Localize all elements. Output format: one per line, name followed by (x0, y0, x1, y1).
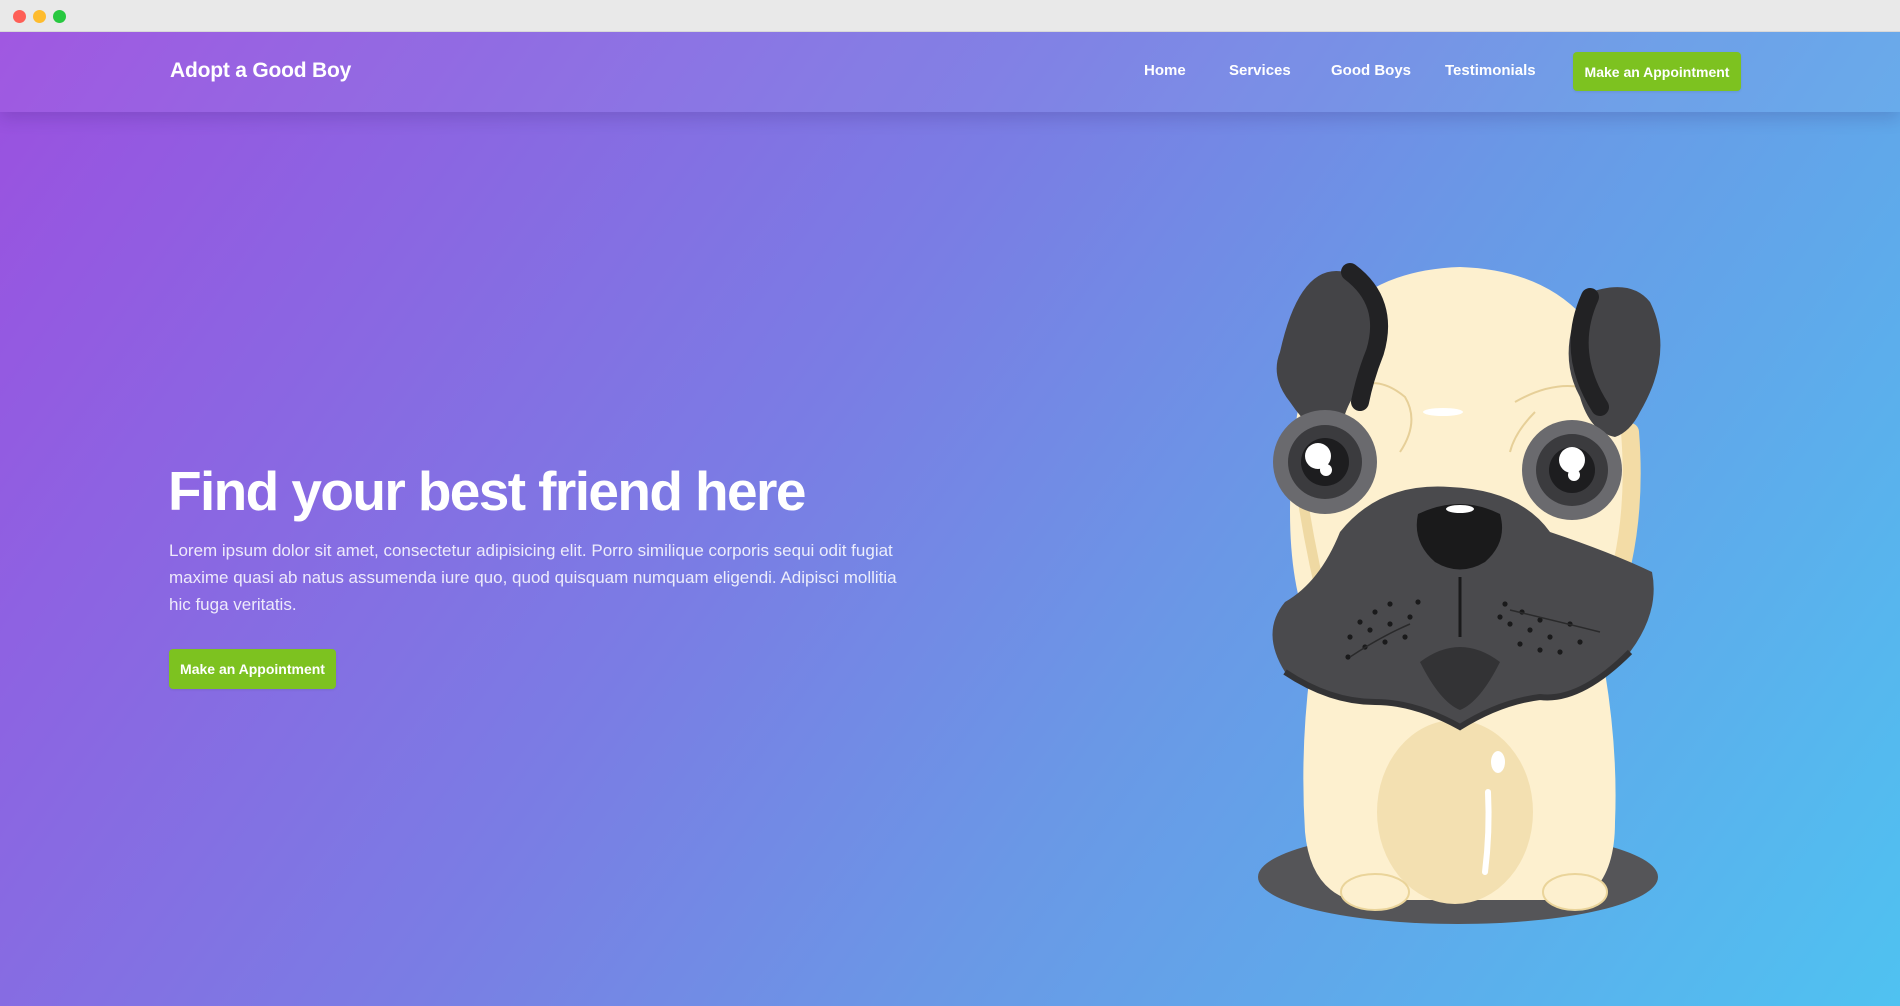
landing-page: Adopt a Good Boy Home Services Good Boys… (0, 32, 1900, 1006)
nav-link-good-boys[interactable]: Good Boys (1331, 62, 1411, 79)
close-window-icon[interactable] (13, 10, 26, 23)
hero-appointment-button[interactable]: Make an Appointment (169, 649, 336, 689)
nav-link-testimonials[interactable]: Testimonials (1445, 62, 1536, 79)
browser-window-chrome (0, 0, 1900, 32)
nav-link-services[interactable]: Services (1229, 62, 1291, 79)
nav-link-home[interactable]: Home (1144, 62, 1186, 79)
brand-logo-text[interactable]: Adopt a Good Boy (170, 59, 351, 83)
pug-illustration (1160, 232, 1730, 952)
top-navbar: Adopt a Good Boy Home Services Good Boys… (0, 32, 1900, 112)
zoom-window-icon[interactable] (53, 10, 66, 23)
hero-description: Lorem ipsum dolor sit amet, consectetur … (169, 541, 897, 614)
nav-appointment-button[interactable]: Make an Appointment (1573, 52, 1741, 91)
pug-icon (1258, 263, 1661, 924)
hero-title: Find your best friend here (168, 460, 806, 522)
minimize-window-icon[interactable] (33, 10, 46, 23)
